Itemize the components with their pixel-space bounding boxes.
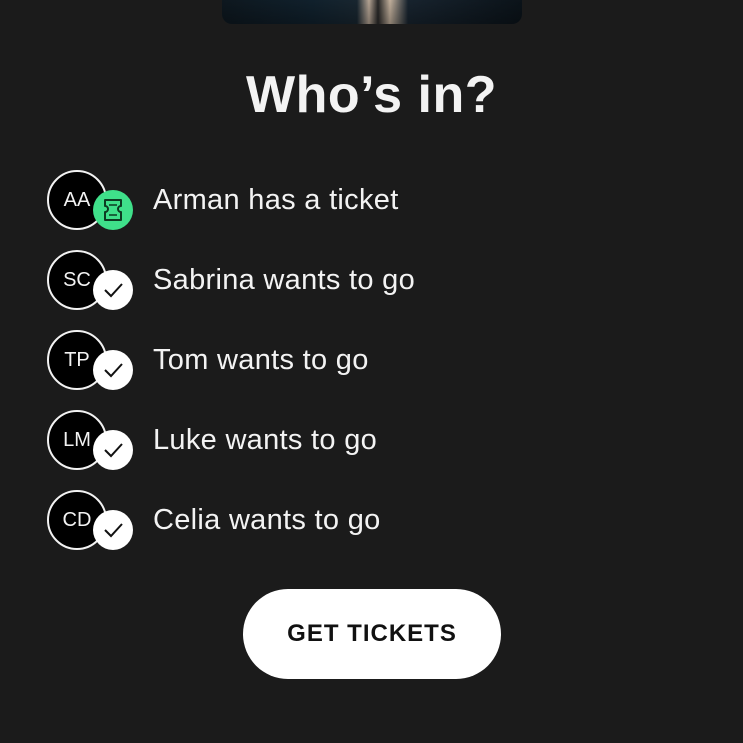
attendee-status: Celia wants to go xyxy=(153,503,381,536)
image-shade xyxy=(222,0,522,24)
page: Who’s in? AA Arman has a ticket SC Sabri… xyxy=(0,0,743,743)
avatar-initials: SC xyxy=(63,268,91,291)
check-icon xyxy=(93,430,133,470)
avatar: AA xyxy=(47,170,133,230)
avatar-initials: CD xyxy=(62,508,92,531)
avatar-initials: TP xyxy=(64,348,90,371)
avatar-initials: LM xyxy=(63,428,91,451)
attendee-status: Luke wants to go xyxy=(153,423,378,456)
attendee-row: AA Arman has a ticket xyxy=(47,170,697,230)
avatar: TP xyxy=(47,330,133,390)
attendee-status: Arman has a ticket xyxy=(153,183,399,216)
attendee-status: Tom wants to go xyxy=(153,343,369,376)
check-icon xyxy=(93,350,133,390)
avatar: CD xyxy=(47,490,133,550)
attendee-row: TP Tom wants to go xyxy=(47,330,697,390)
avatar-initials: AA xyxy=(63,188,91,211)
avatar: LM xyxy=(47,410,133,470)
ticket-icon xyxy=(93,190,133,230)
attendee-list: AA Arman has a ticket SC Sabrina wants t… xyxy=(47,170,697,570)
check-icon xyxy=(93,510,133,550)
event-image xyxy=(222,0,522,24)
attendee-row: SC Sabrina wants to go xyxy=(47,250,697,310)
get-tickets-button[interactable]: GET TICKETS xyxy=(243,589,501,679)
check-icon xyxy=(93,270,133,310)
attendee-row: LM Luke wants to go xyxy=(47,410,697,470)
avatar: SC xyxy=(47,250,133,310)
attendee-row: CD Celia wants to go xyxy=(47,490,697,550)
section-title: Who’s in? xyxy=(246,66,497,124)
attendee-status: Sabrina wants to go xyxy=(153,263,416,296)
